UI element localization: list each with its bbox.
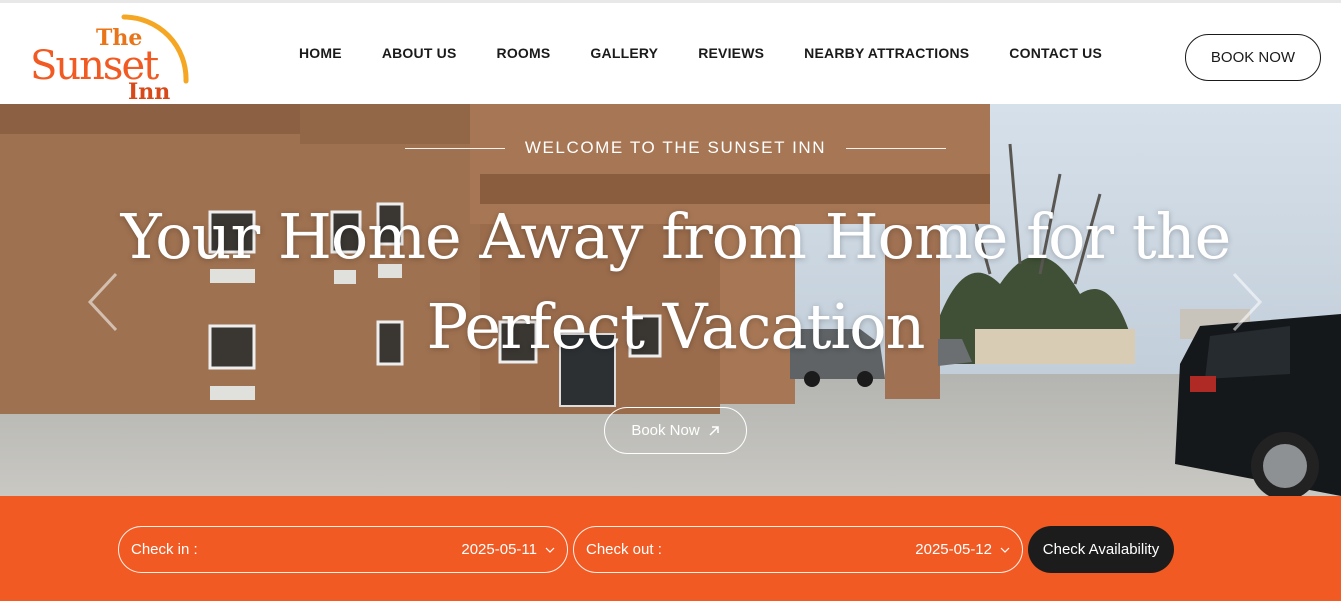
nav-home[interactable]: HOME [299,45,342,61]
svg-text:Inn: Inn [128,79,170,103]
check-in-value: 2025-05-11 [461,541,537,558]
headline-line-2: Perfect Vacation [426,290,926,363]
check-availability-button[interactable]: Check Availability [1028,526,1174,573]
chevron-down-icon [1000,547,1010,553]
nav-about-us[interactable]: ABOUT US [382,45,457,61]
divider-right [846,147,947,149]
booking-bar: Check in : 2025-05-11 Check out : 2025-0… [0,496,1341,601]
nav-gallery[interactable]: GALLERY [590,45,658,61]
main-nav: HOME ABOUT US ROOMS GALLERY REVIEWS NEAR… [299,45,1142,61]
check-in-field[interactable]: Check in : 2025-05-11 [118,526,568,573]
hero-slider: WELCOME TO THE SUNSET INN Your Home Away… [0,104,1341,496]
welcome-heading: WELCOME TO THE SUNSET INN [0,138,1341,158]
divider-left [404,147,505,149]
chevron-down-icon [545,547,555,553]
arrow-up-right-icon [709,425,719,436]
check-out-value: 2025-05-12 [915,541,992,558]
headline-line-1: Your Home Away from Home for the [120,200,1232,273]
nav-reviews[interactable]: REVIEWS [698,45,764,61]
site-header: The Sunset Inn HOME ABOUT US ROOMS GALLE… [0,0,1341,104]
check-in-label: Check in : [131,541,198,558]
hero-book-now-button[interactable]: Book Now [604,407,747,454]
header-book-now-button[interactable]: BOOK NOW [1185,34,1321,81]
check-out-field[interactable]: Check out : 2025-05-12 [573,526,1023,573]
chevron-left-icon[interactable] [86,272,122,332]
check-out-label: Check out : [586,541,662,558]
chevron-right-icon[interactable] [1228,272,1264,332]
nav-contact-us[interactable]: CONTACT US [1009,45,1102,61]
sunset-inn-logo[interactable]: The Sunset Inn [28,11,198,103]
nav-nearby-attractions[interactable]: NEARBY ATTRACTIONS [804,45,969,61]
hero-headline: Your Home Away from Home for the Perfect… [0,192,1341,372]
welcome-text: WELCOME TO THE SUNSET INN [524,138,827,157]
hero-book-label: Book Now [631,422,700,439]
nav-rooms[interactable]: ROOMS [497,45,551,61]
